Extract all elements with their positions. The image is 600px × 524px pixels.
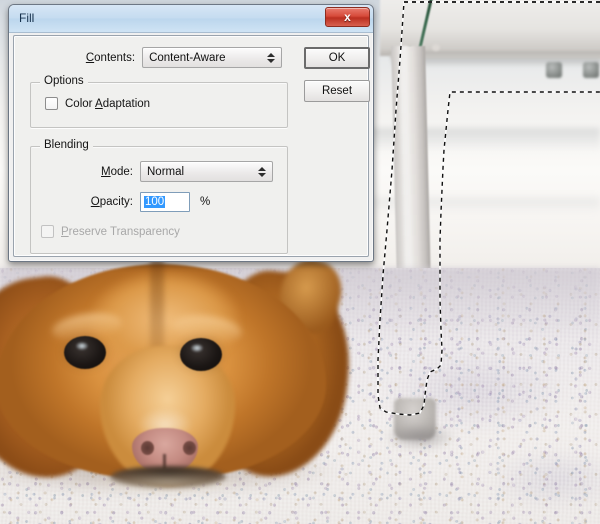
mode-label-text: ode: xyxy=(110,165,133,178)
contents-row: Contents: Content-Aware xyxy=(22,47,282,68)
contents-label-text: ontents: xyxy=(94,51,136,64)
mode-value: Normal xyxy=(147,165,185,178)
table-screw-2 xyxy=(583,62,599,78)
wire-cap xyxy=(432,44,440,51)
blending-group: Blending Mode: Normal Opacity: 100 % Pre… xyxy=(30,139,288,254)
dog-eye-glint-left xyxy=(76,342,88,350)
chair-leg-shadow xyxy=(384,424,456,450)
mode-row: Mode: Normal xyxy=(41,161,281,182)
mode-label-accel: M xyxy=(101,165,111,178)
dog-eye-glint-right xyxy=(191,344,203,352)
close-icon[interactable]: x xyxy=(325,7,370,27)
contents-value: Content-Aware xyxy=(149,51,226,64)
dog-eye-right xyxy=(180,338,222,371)
color-adaptation-label: Color Adaptation xyxy=(65,97,151,110)
blending-group-legend: Blending xyxy=(40,139,93,151)
chevron-updown-icon xyxy=(258,166,266,177)
preserve-transparency-row: Preserve Transparency xyxy=(41,225,180,238)
opacity-label-accel: O xyxy=(90,196,100,208)
dog-nostril-right xyxy=(183,441,196,455)
color-adaptation-accel: A xyxy=(95,97,103,110)
contents-dropdown[interactable]: Content-Aware xyxy=(142,47,282,68)
color-adaptation-row[interactable]: Color Adaptation xyxy=(45,97,150,110)
contents-label-accel: C xyxy=(85,51,95,64)
photoshop-canvas-screenshot: Fill x Contents: Content-Aware OK Reset xyxy=(0,0,600,524)
preserve-transparency-checkbox xyxy=(41,225,54,238)
dog-nostril-left xyxy=(141,441,154,455)
table-screw-1 xyxy=(546,62,562,78)
mode-label: Mode: xyxy=(41,166,133,178)
dog-eye-left xyxy=(64,336,106,369)
options-group-legend: Options xyxy=(40,75,88,87)
opacity-unit: % xyxy=(200,196,211,208)
opacity-input[interactable]: 100 xyxy=(140,192,190,212)
mode-dropdown[interactable]: Normal xyxy=(140,161,273,182)
contents-label: Contents: xyxy=(22,52,135,64)
dog-chin xyxy=(92,472,242,494)
preserve-transparency-label: Preserve Transparency xyxy=(61,225,180,238)
dialog-titlebar[interactable]: Fill x xyxy=(9,5,373,33)
color-adaptation-checkbox[interactable] xyxy=(45,97,58,110)
chevron-updown-icon xyxy=(267,52,275,63)
opacity-label-text: pacity: xyxy=(99,196,133,208)
fill-dialog: Fill x Contents: Content-Aware OK Reset xyxy=(8,4,374,262)
options-group: Options Color Adaptation xyxy=(30,75,288,128)
dog xyxy=(0,253,359,494)
dialog-body: Contents: Content-Aware OK Reset Options… xyxy=(13,35,370,257)
opacity-value: 100 xyxy=(144,196,166,208)
dialog-title: Fill xyxy=(19,11,35,25)
preserve-transparency-accel: P xyxy=(61,225,69,238)
opacity-label: Opacity: xyxy=(41,196,133,208)
opacity-row: Opacity: 100 % xyxy=(41,192,281,212)
reset-button[interactable]: Reset xyxy=(304,80,370,102)
ok-button[interactable]: OK xyxy=(304,47,370,69)
